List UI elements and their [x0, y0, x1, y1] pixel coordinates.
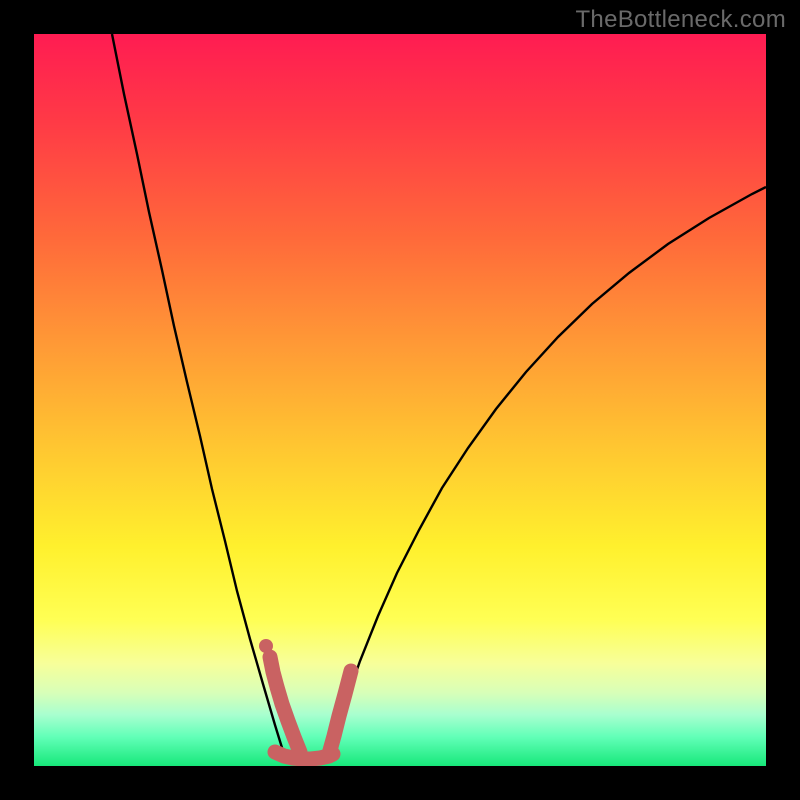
- marker-dot-group: [259, 639, 273, 653]
- left-curve: [112, 34, 283, 751]
- marker-stroke-group: [270, 657, 351, 759]
- plot-area: [34, 34, 766, 766]
- right-marker-stroke: [329, 671, 351, 754]
- thin-curve-group: [112, 34, 766, 751]
- right-curve: [330, 187, 766, 751]
- left-marker-stroke: [270, 657, 300, 752]
- chart-frame: TheBottleneck.com: [0, 0, 800, 800]
- curve-svg: [34, 34, 766, 766]
- watermark-text: TheBottleneck.com: [575, 6, 786, 34]
- left-dot: [259, 639, 273, 653]
